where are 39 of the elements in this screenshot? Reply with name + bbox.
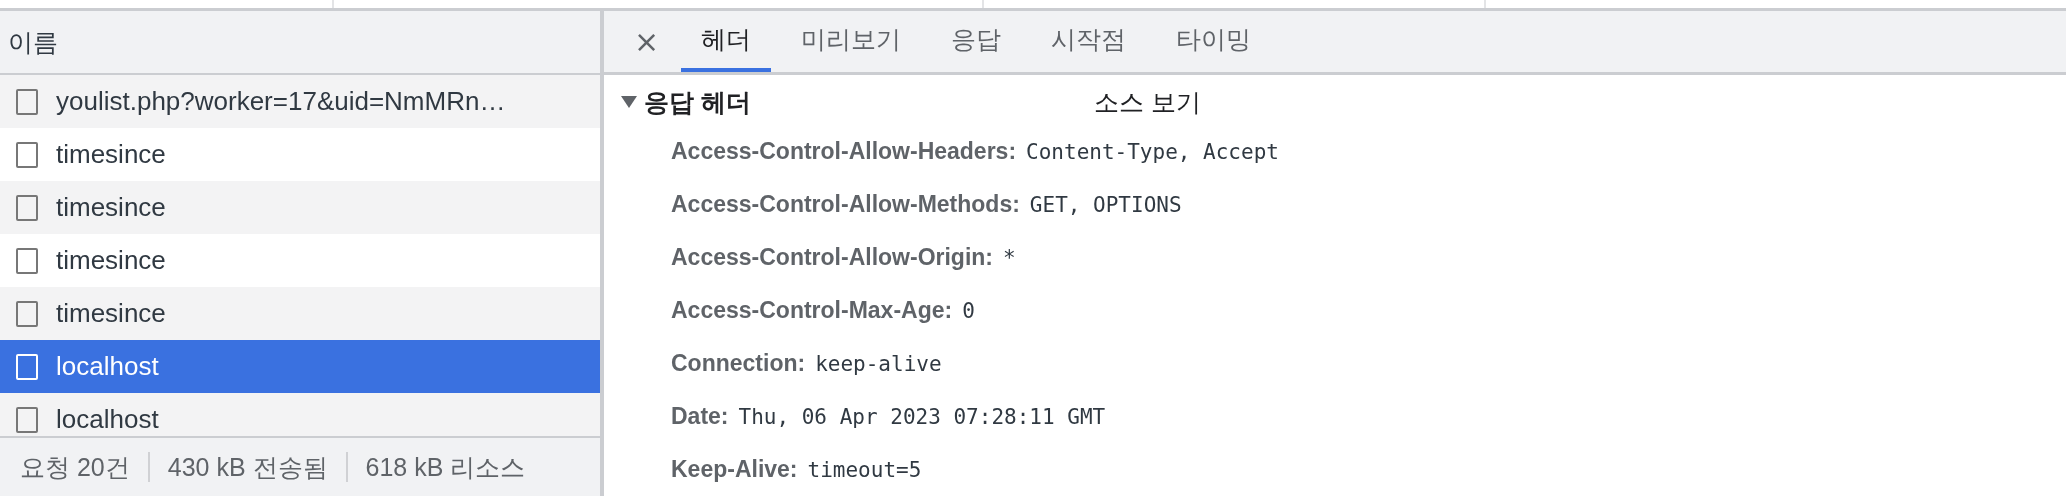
header-name: Access-Control-Allow-Headers: (671, 138, 1017, 165)
status-text: 430 kB 전송됨 (167, 451, 328, 483)
header-name: Access-Control-Max-Age: (671, 297, 953, 324)
header-value: GET, OPTIONS (1029, 192, 1182, 217)
tab[interactable]: 타이밍 (1156, 11, 1272, 72)
section-title: 응답 헤더 (644, 86, 752, 118)
tab[interactable]: 헤더 (681, 11, 772, 72)
file-icon (16, 247, 38, 274)
request-row[interactable]: timesince (0, 181, 600, 234)
header-name: Date: (671, 403, 729, 430)
status-text: 요청 20건 (20, 451, 130, 483)
close-button[interactable]: × (620, 11, 674, 72)
tab[interactable]: 응답 (931, 11, 1022, 72)
file-icon (16, 300, 38, 327)
request-row[interactable]: youlist.php?worker=17&uid=NmMRn… (0, 75, 600, 128)
header-name: Keep-Alive: (671, 456, 798, 483)
tab[interactable]: 미리보기 (781, 11, 922, 72)
status-text: 618 kB 리소스 (365, 451, 526, 483)
header-value: timeout=5 (807, 457, 922, 482)
file-icon (16, 406, 38, 433)
file-icon (16, 141, 38, 168)
header-value: Content-Type, Accept (1026, 139, 1279, 164)
request-row[interactable]: localhost (0, 393, 600, 436)
header-name: Connection: (671, 350, 806, 377)
file-icon (16, 194, 38, 221)
header-name: Access-Control-Allow-Methods: (671, 191, 1020, 218)
request-row[interactable]: timesince (0, 287, 600, 340)
header-value: * (1003, 245, 1016, 270)
file-icon (16, 353, 38, 380)
header-value: Thu, 06 Apr 2023 07:28:11 GMT (738, 404, 1106, 429)
header-value: keep-alive (815, 351, 942, 376)
column-header[interactable]: 이름 (8, 25, 58, 59)
view-source-link[interactable]: 소스 보기 (1094, 85, 1201, 119)
expand-triangle-icon[interactable] (620, 95, 638, 109)
file-icon (16, 88, 38, 115)
header-name: Access-Control-Allow-Origin: (671, 244, 993, 271)
request-row[interactable]: localhost (0, 340, 600, 393)
header-value: 0 (962, 298, 975, 323)
tab[interactable]: 시작점 (1031, 11, 1147, 72)
